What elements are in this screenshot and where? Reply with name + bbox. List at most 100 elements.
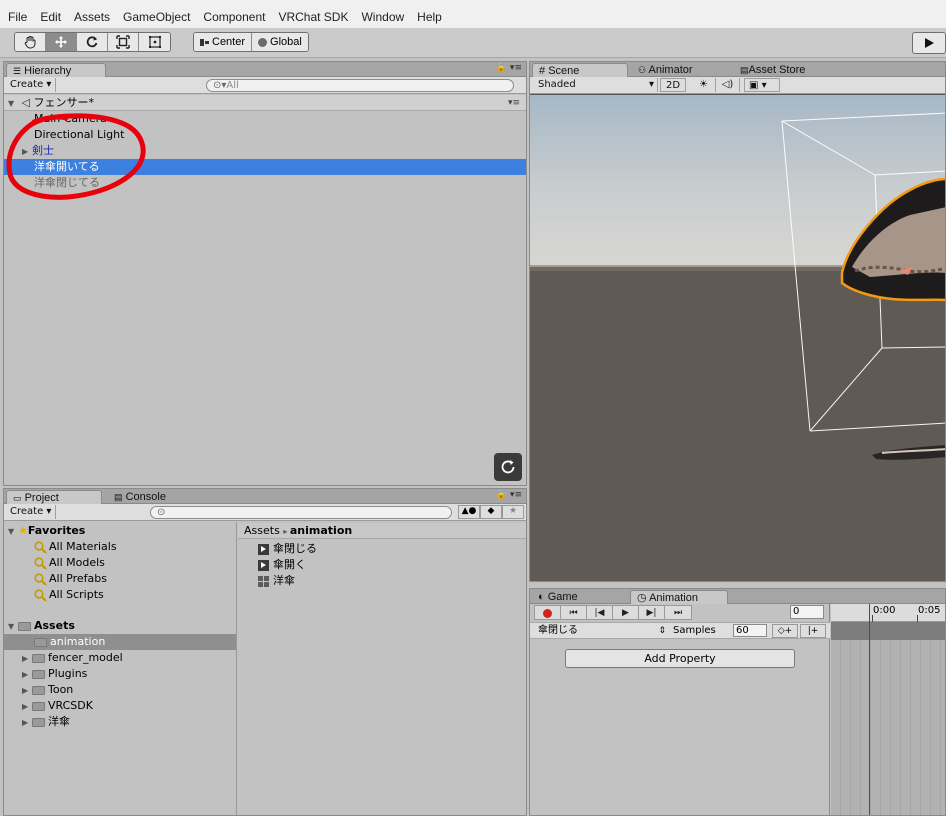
expand-triangle-icon[interactable]: ▼ [8, 524, 18, 540]
scene-header-row[interactable]: ▼ ◁ フェンサー* ▾≡ [4, 95, 526, 111]
favorite-all-materials[interactable]: All Materials [4, 539, 236, 555]
animator-controller-icon [258, 575, 269, 587]
filter-label-button[interactable]: ◆ [480, 505, 502, 519]
hierarchy-create-dropdown[interactable]: Create ▾ [6, 78, 57, 92]
expand-triangle-icon[interactable]: ▶ [22, 667, 32, 683]
menu-window[interactable]: Window [361, 10, 404, 24]
expand-triangle-icon[interactable]: ▼ [8, 619, 18, 635]
scene-menu-icon[interactable]: ▾≡ [508, 95, 520, 111]
pivot-icon [200, 38, 209, 46]
timeline-grid [831, 640, 945, 815]
breadcrumb-current[interactable]: animation [290, 524, 352, 537]
rect-tool-button[interactable] [139, 33, 170, 51]
expand-triangle-icon[interactable]: ▶ [22, 715, 32, 731]
play-icon [925, 38, 934, 48]
project-search-input[interactable]: ⊙ [150, 506, 452, 519]
hierarchy-search-input[interactable]: ⊙▾All [206, 79, 514, 92]
menu-gameobject[interactable]: GameObject [123, 10, 190, 24]
project-create-dropdown[interactable]: Create ▾ [6, 505, 57, 519]
pivot-center-button[interactable]: Center [194, 33, 253, 51]
file-item[interactable]: 傘開く [238, 557, 526, 573]
lock-menu-icon[interactable]: 🔒 ▾≡ [496, 490, 522, 500]
folder-plugins[interactable]: ▶ Plugins [4, 666, 236, 682]
menu-assets[interactable]: Assets [74, 10, 110, 24]
favorite-all-scripts[interactable]: All Scripts [4, 587, 236, 603]
folder-label: Toon [48, 683, 74, 696]
scene-viewport[interactable] [530, 95, 946, 582]
file-item[interactable]: 傘閉じる [238, 541, 526, 557]
project-create-label: Create [10, 506, 44, 517]
favorites-header[interactable]: ▼ ★Favorites [4, 523, 236, 539]
tab-asset-store[interactable]: ▤Asset Store [734, 63, 811, 77]
tab-animation[interactable]: ◷ Animation [630, 590, 728, 604]
play-button[interactable] [912, 32, 946, 54]
folder-vrcsdk[interactable]: ▶ VRCSDK [4, 698, 236, 714]
play-animation-button[interactable]: ▶ [613, 606, 639, 620]
frame-value: 0 [793, 606, 800, 617]
frame-input[interactable]: 0 [790, 605, 824, 619]
expand-triangle-icon[interactable]: ▶ [22, 651, 32, 667]
file-label: 傘開く [273, 558, 306, 571]
scale-tool-button[interactable] [108, 33, 139, 51]
breadcrumb: Assets ▸ animation [238, 523, 526, 539]
hand-tool-button[interactable] [15, 33, 46, 51]
space-global-button[interactable]: Global [252, 33, 308, 51]
add-property-button[interactable]: Add Property [565, 649, 795, 668]
animation-timeline[interactable]: 0:00 0:05 [831, 604, 945, 815]
folder-toon[interactable]: ▶ Toon [4, 682, 236, 698]
scene-effects-dropdown[interactable]: ▣ ▾ [744, 78, 780, 92]
filter-type-button[interactable]: ▲● [458, 505, 480, 519]
move-tool-button[interactable] [46, 33, 77, 51]
time-tick-label: 0:05 [918, 605, 941, 616]
folder-animation[interactable]: animation [4, 634, 236, 650]
playback-controls: ⏮ |◀ ▶ ▶| ⏭ [534, 605, 692, 620]
tab-scene[interactable]: # Scene [532, 63, 628, 77]
scene-audio-button[interactable]: ◁) [716, 78, 740, 92]
mode-2d-button[interactable]: 2D [660, 78, 686, 92]
menu-component[interactable]: Component [203, 10, 265, 24]
tab-animator[interactable]: ⚇ Animator [632, 63, 699, 77]
shading-mode-dropdown[interactable]: Shaded ▾ [534, 78, 658, 92]
collab-refresh-button[interactable] [494, 453, 522, 481]
breadcrumb-root[interactable]: Assets [244, 524, 280, 537]
favorites-label: Favorites [27, 524, 86, 537]
first-keyframe-button[interactable]: ⏮ [561, 606, 587, 620]
samples-input[interactable]: 60 [733, 624, 767, 637]
last-keyframe-button[interactable]: ⏭ [665, 606, 691, 620]
project-tabbar: ▭ Project ▤ Console 🔒 ▾≡ [4, 489, 526, 504]
menu-vrchat-sdk[interactable]: VRChat SDK [278, 10, 348, 24]
favorite-star-button[interactable]: ★ [502, 505, 524, 519]
file-item[interactable]: 洋傘 [238, 573, 526, 589]
tab-hierarchy[interactable]: ☰ Hierarchy [6, 63, 106, 77]
timeline-playhead[interactable] [869, 604, 870, 815]
add-event-button[interactable]: |+ [800, 624, 826, 638]
search-icon: ⊙▾ [213, 80, 227, 91]
tag-icon: ◆ [487, 506, 495, 516]
next-keyframe-button[interactable]: ▶| [639, 606, 665, 620]
expand-triangle-icon[interactable]: ▶ [22, 699, 32, 715]
menu-edit[interactable]: Edit [40, 10, 61, 24]
search-icon [34, 540, 47, 554]
add-keyframe-button[interactable]: ◇+ [772, 624, 798, 638]
lock-menu-icon[interactable]: 🔒 ▾≡ [496, 63, 522, 73]
menu-file[interactable]: File [8, 10, 27, 24]
expand-triangle-icon[interactable]: ▶ [22, 683, 32, 699]
timeline-ruler[interactable]: 0:00 0:05 [831, 604, 945, 622]
menu-help[interactable]: Help [417, 10, 442, 24]
clip-dropdown[interactable]: 傘閉じる ⇕ [532, 624, 668, 638]
previous-keyframe-button[interactable]: |◀ [587, 606, 613, 620]
tab-console[interactable]: ▤ Console [108, 490, 172, 504]
record-icon [543, 608, 552, 618]
scene-panel: # Scene ⚇ Animator ▤Asset Store Shaded ▾ … [529, 61, 946, 582]
scene-lighting-button[interactable]: ☀ [692, 78, 716, 92]
folder-parasol[interactable]: ▶ 洋傘 [4, 714, 236, 730]
folder-fencer-model[interactable]: ▶ fencer_model [4, 650, 236, 666]
favorite-all-models[interactable]: All Models [4, 555, 236, 571]
tab-project[interactable]: ▭ Project [6, 490, 102, 504]
rotate-tool-button[interactable] [77, 33, 108, 51]
assets-header[interactable]: ▼ Assets [4, 618, 236, 634]
search-icon: ⊙ [157, 507, 166, 518]
favorite-all-prefabs[interactable]: All Prefabs [4, 571, 236, 587]
tab-game[interactable]: ◐ Game [532, 590, 584, 604]
record-button[interactable] [535, 606, 561, 620]
